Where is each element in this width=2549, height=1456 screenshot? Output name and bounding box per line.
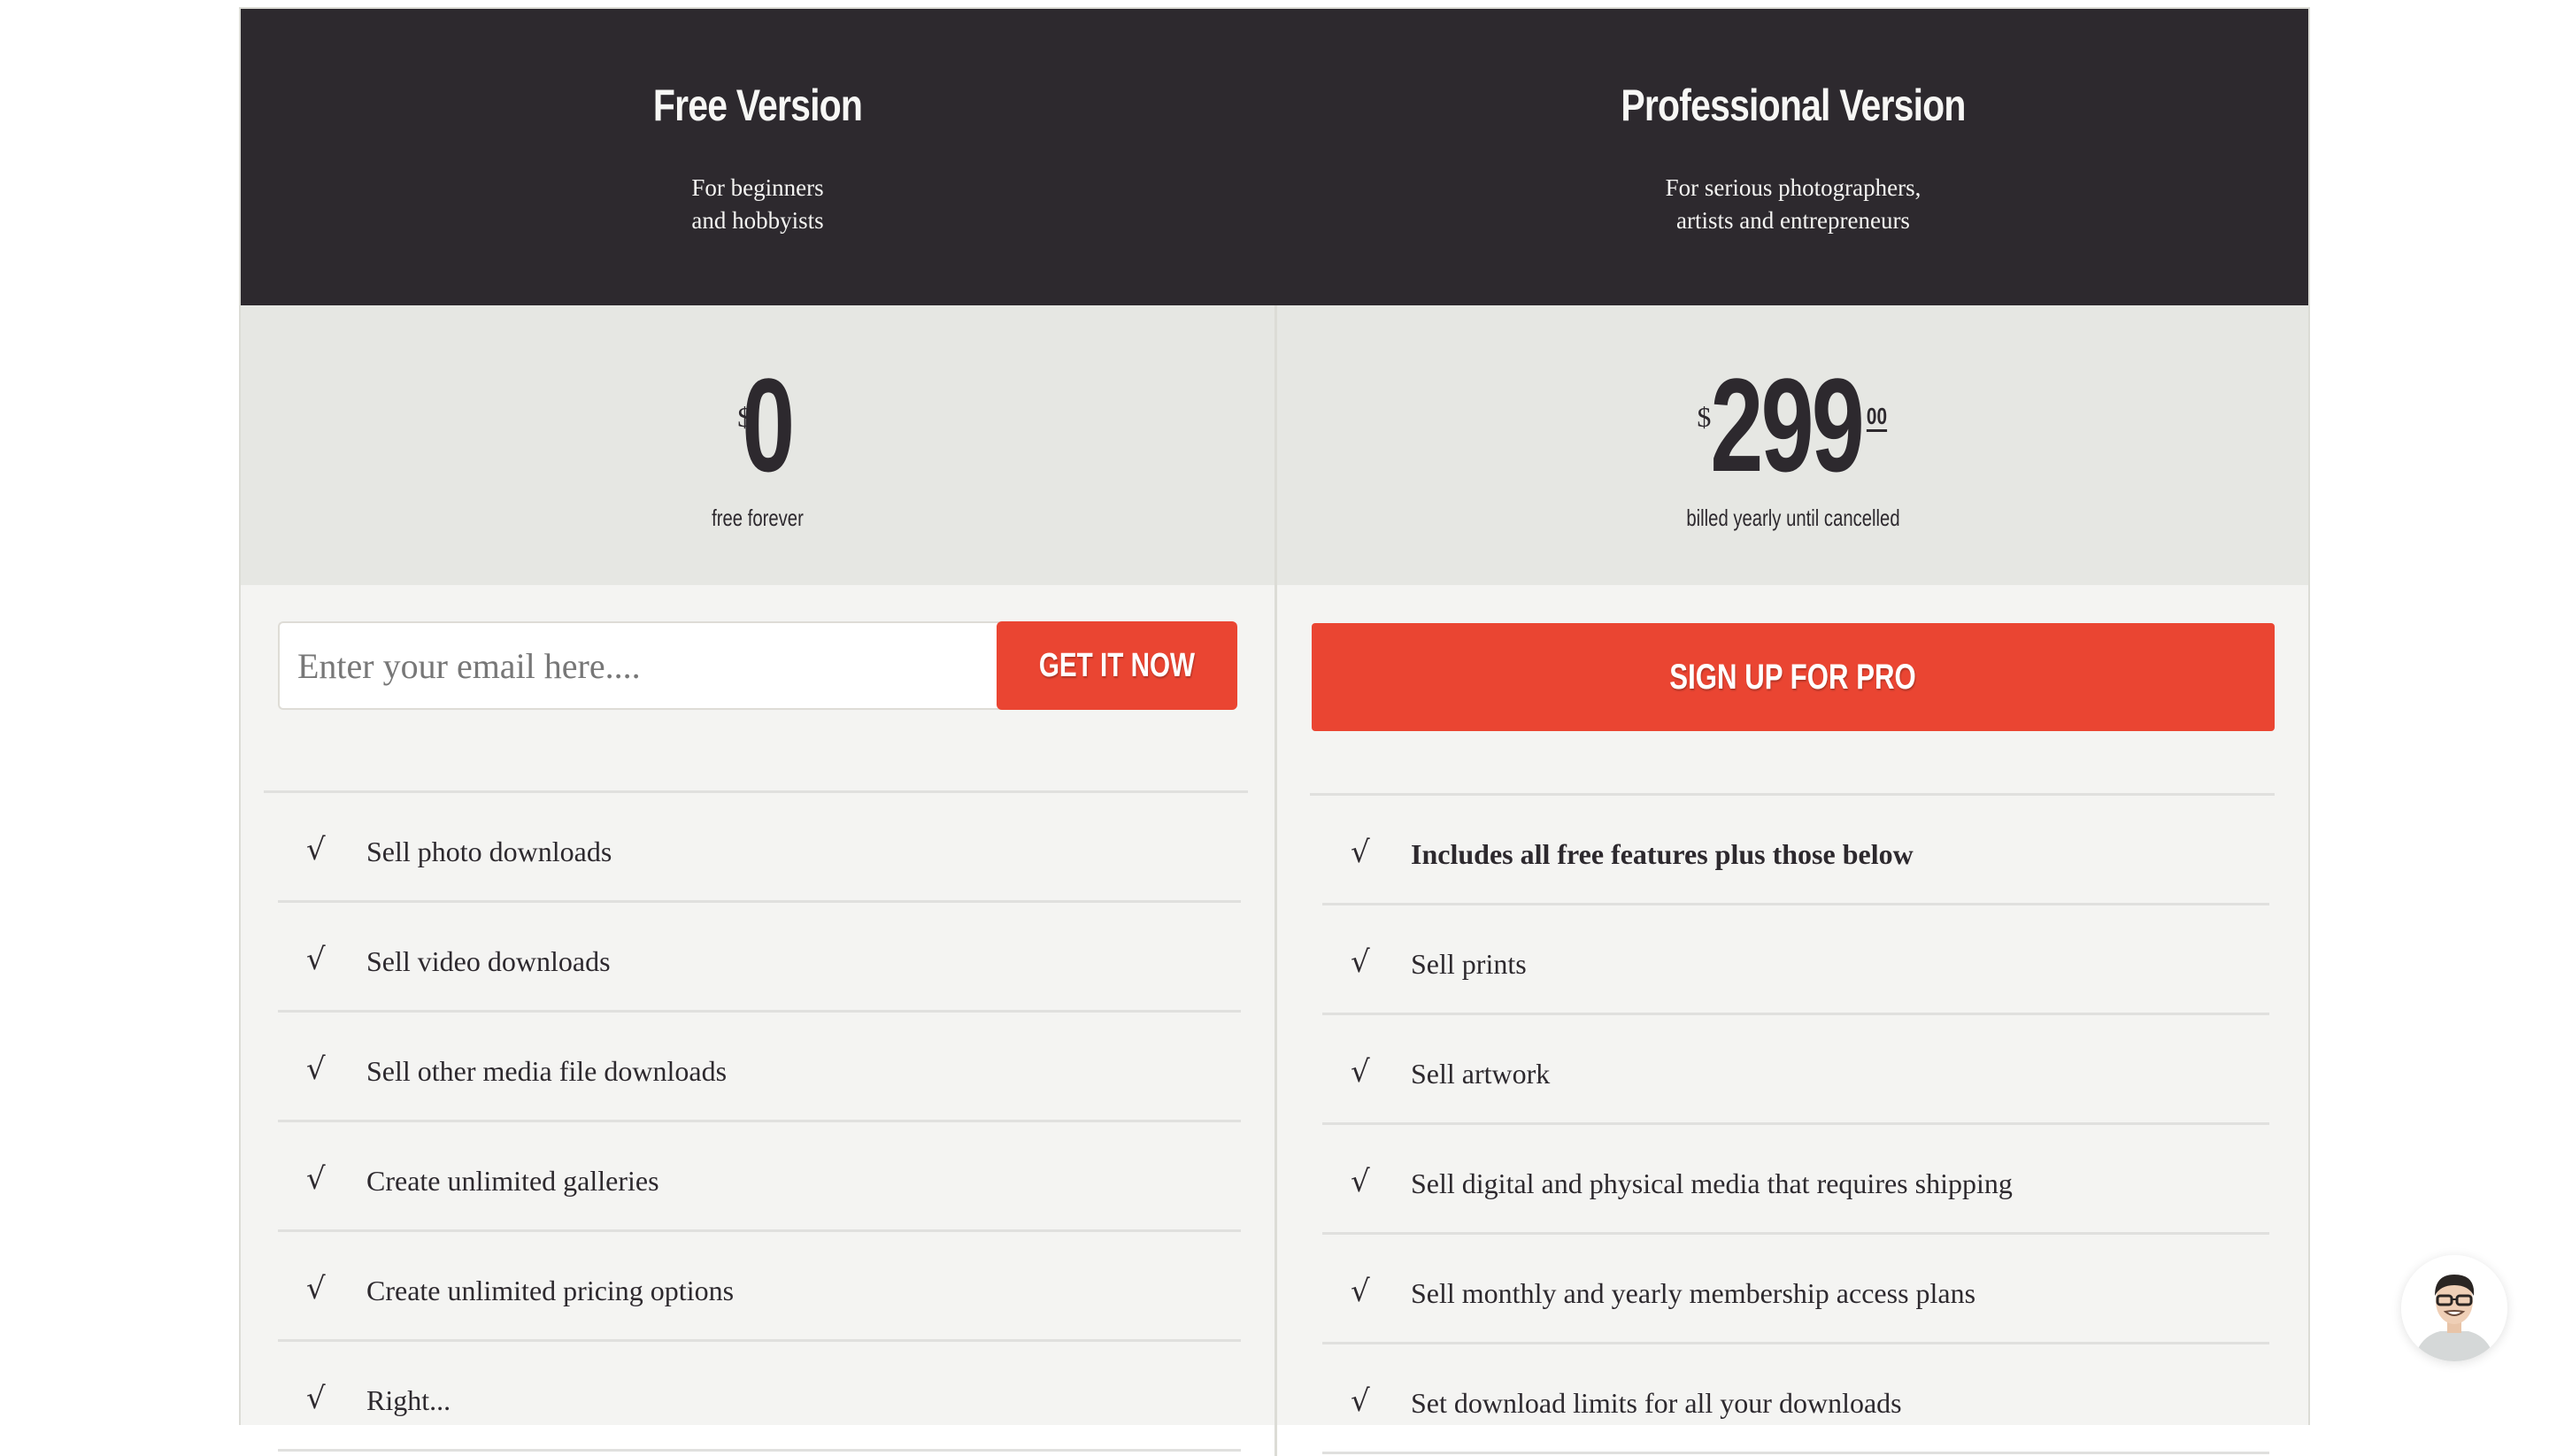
feature-item: √ Set download limits for all your downlo… [1322,1344,2269,1454]
feature-item: √ Create unlimited galleries [278,1122,1241,1232]
feature-text: Set download limits for all your downloa… [1411,1387,1902,1419]
plan-free: Free Version For beginners and hobbyists… [241,9,1274,1452]
price-note: free forever [712,505,804,531]
feature-text: Sell prints [1411,948,1527,980]
person-avatar-icon [2401,1255,2507,1361]
check-icon: √ [1351,1054,1370,1090]
get-it-now-button[interactable]: GET IT NOW [997,621,1237,710]
plan-subtitle-line: and hobbyists [691,207,824,234]
check-icon: √ [1351,1383,1370,1419]
feature-item: √ Create unlimited pricing options [278,1232,1241,1342]
plan-subtitle-line: For serious photographers, [1665,174,1921,201]
check-icon: √ [1351,944,1370,980]
price-note: billed yearly until cancelled [1686,505,1900,531]
check-icon: √ [306,832,326,867]
plan-subtitle: For beginners and hobbyists [241,172,1274,237]
price-amount: 299 [1710,351,1865,499]
check-icon: √ [1351,835,1370,870]
feature-text: Create unlimited pricing options [366,1275,735,1306]
email-input[interactable] [278,621,1016,710]
feature-item: √ Includes all free features plus those b… [1322,796,2269,905]
plan-subtitle: For serious photographers, artists and e… [1276,172,2310,237]
feature-text: Sell artwork [1411,1058,1551,1090]
pricing-table: Free Version For beginners and hobbyists… [239,7,2310,1456]
email-signup-form: GET IT NOW [278,621,1237,710]
price-amount: 0 [742,351,795,499]
plan-title: Free Version [652,81,863,130]
check-icon: √ [1351,1274,1370,1309]
chat-widget-avatar[interactable] [2401,1255,2507,1361]
feature-item: √ Sell photo downloads [278,793,1241,903]
feature-text: Sell video downloads [366,945,611,977]
get-it-now-label: GET IT NOW [1038,646,1196,684]
plan-price: $ 0 [241,358,1274,491]
feature-list: √ Includes all free features plus those b… [1310,793,2278,1454]
plan-price: $ 299 00 [1276,358,2310,491]
sign-up-for-pro-label: SIGN UP FOR PRO [1669,657,1917,697]
check-icon: √ [306,942,326,977]
plan-subtitle-line: artists and entrepreneurs [1676,207,1910,234]
feature-text: Create unlimited galleries [366,1165,659,1197]
feature-item: √ Sell other media file downloads [278,1013,1241,1122]
price-cents: 00 [1866,404,1887,432]
plan-title: Professional Version [1621,81,1966,130]
check-icon: √ [306,1052,326,1087]
feature-item: √ Right... [278,1342,1241,1452]
sign-up-for-pro-button[interactable]: SIGN UP FOR PRO [1312,623,2275,731]
feature-text: Right... [366,1384,451,1416]
feature-text: Sell other media file downloads [366,1055,728,1087]
feature-text: Sell digital and physical media that req… [1411,1167,2013,1199]
price-currency: $ [1697,401,1712,433]
feature-item: √ Sell monthly and yearly membership acce… [1322,1235,2269,1344]
feature-item: √ Sell digital and physical media that re… [1322,1125,2269,1235]
feature-text: Sell photo downloads [366,836,612,867]
plan-subtitle-line: For beginners [691,174,824,201]
feature-item: √ Sell video downloads [278,903,1241,1013]
feature-text: Includes all free features plus those be… [1411,838,1914,870]
feature-item: √ Sell prints [1322,905,2269,1015]
feature-list: √ Sell photo downloads √ Sell video downlo… [264,790,1251,1452]
feature-item: √ Sell artwork [1322,1015,2269,1125]
feature-text: Sell monthly and yearly membership acces… [1411,1277,1976,1309]
check-icon: √ [1351,1164,1370,1199]
check-icon: √ [306,1271,326,1306]
check-icon: √ [306,1381,326,1416]
plan-pro: Professional Version For serious photogr… [1276,9,2310,1454]
check-icon: √ [306,1161,326,1197]
